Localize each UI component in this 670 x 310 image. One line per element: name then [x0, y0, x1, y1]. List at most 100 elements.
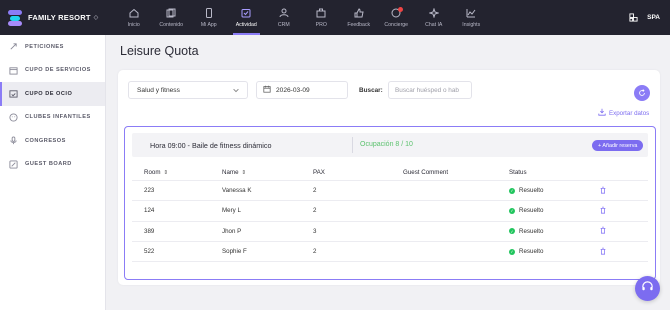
- nav-item-concierge[interactable]: Concierge: [378, 0, 416, 35]
- nav-label: PRO: [315, 21, 327, 28]
- column-label: Name: [222, 169, 239, 176]
- briefcase-icon: [316, 8, 327, 19]
- delete-button[interactable]: [599, 186, 638, 196]
- category-select[interactable]: Salud y fitness: [128, 81, 248, 99]
- main-nav: Inicio Contenido Mi App Actividad CRM PR…: [115, 0, 490, 35]
- trash-icon: [599, 186, 607, 196]
- cell-status: ✓ Resuelto: [509, 187, 599, 194]
- sidebar-item-guest-board[interactable]: GUEST BOARD: [0, 153, 105, 177]
- nav-label: Inicio: [127, 21, 140, 28]
- nav-item-feedback[interactable]: Feedback: [340, 0, 378, 35]
- calendar-icon: [9, 66, 18, 75]
- cell-name: Jhon P: [222, 227, 242, 235]
- status-label: Resuelto: [519, 207, 544, 215]
- check-circle-icon: ✓: [509, 228, 515, 235]
- sidebar-item-clubes-infantiles[interactable]: CLUBES INFANTILES: [0, 106, 105, 130]
- cell-pax: 3: [313, 227, 317, 235]
- nav-label: Chat IA: [425, 21, 443, 28]
- table-row: 223 Vanessa K 2 ✓ Resuelto: [132, 181, 648, 202]
- nav-label: Contenido: [159, 21, 184, 28]
- nav-label: CRM: [277, 21, 290, 28]
- nav-item-crm[interactable]: CRM: [265, 0, 303, 35]
- check-circle-icon: ✓: [509, 248, 515, 255]
- calendar-icon: [263, 85, 271, 95]
- sparkle-icon: [428, 8, 439, 19]
- check-circle-icon: ✓: [509, 207, 515, 214]
- sidebar-item-label: PETICIONES: [25, 43, 64, 50]
- column-pax: PAX: [313, 169, 325, 176]
- nav-label: Actividad: [235, 21, 257, 28]
- date-picker[interactable]: 2026-03-09: [256, 81, 348, 99]
- refresh-button[interactable]: [634, 85, 650, 101]
- trash-icon: [599, 247, 607, 257]
- nav-item-inicio[interactable]: Inicio: [115, 0, 153, 35]
- phone-icon: [203, 8, 214, 19]
- cell-room: 124: [144, 207, 155, 215]
- chevron-down-icon: [232, 86, 240, 96]
- top-navigation-bar: FAMILY RESORT ◇ Inicio Contenido Mi App …: [0, 0, 670, 35]
- sidebar-item-peticiones[interactable]: PETICIONES: [0, 35, 105, 59]
- column-guest-comment: Guest Comment: [403, 169, 449, 176]
- download-icon: [598, 108, 606, 118]
- cell-pax: 2: [313, 187, 317, 195]
- nav-item-pro[interactable]: PRO: [303, 0, 341, 35]
- notification-badge: [398, 7, 403, 12]
- sidebar-item-cupo-de-servicios[interactable]: CUPO DE SERVICIOS: [0, 59, 105, 83]
- nav-label: Insights: [462, 21, 481, 28]
- help-button[interactable]: [635, 276, 660, 301]
- cell-status: ✓ Resuelto: [509, 248, 599, 255]
- cell-name: Vanessa K: [222, 187, 252, 195]
- users-icon: [278, 8, 289, 19]
- page-title: Leisure Quota: [120, 44, 199, 58]
- brand-switcher[interactable]: FAMILY RESORT ◇: [0, 0, 105, 35]
- delete-button[interactable]: [599, 226, 638, 236]
- add-reservation-button[interactable]: + Añadir reserva: [592, 140, 644, 151]
- search-label: Buscar:: [359, 87, 383, 94]
- microphone-icon: [9, 136, 18, 145]
- cell-room: 522: [144, 248, 155, 256]
- check-circle-icon: ✓: [509, 187, 515, 194]
- brand-name: FAMILY RESORT: [28, 13, 91, 22]
- export-button[interactable]: Exportar datos: [598, 108, 649, 118]
- trash-icon: [599, 226, 607, 236]
- delete-button[interactable]: [599, 206, 638, 216]
- sidebar-item-congresos[interactable]: CONGRESOS: [0, 129, 105, 153]
- sidebar-item-label: CUPO DE SERVICIOS: [25, 67, 91, 74]
- request-icon: [9, 42, 18, 51]
- sidebar-item-label: CONGRESOS: [25, 137, 66, 144]
- activity-title: Hora 09:00 - Baile de fitness dinámico: [150, 141, 272, 150]
- column-name[interactable]: Name ⇕: [222, 169, 313, 176]
- nav-item-actividad[interactable]: Actividad: [228, 0, 266, 35]
- table-row: 389 Jhon P 3 ✓ Resuelto: [132, 222, 648, 242]
- export-label: Exportar datos: [609, 109, 650, 117]
- thumbs-up-icon: [353, 8, 364, 19]
- cell-pax: 2: [313, 207, 317, 215]
- trash-icon: [599, 206, 607, 216]
- property-label: SPA: [647, 14, 660, 21]
- sidebar-item-label: CLUBES INFANTILES: [25, 114, 91, 121]
- delete-button[interactable]: [599, 247, 638, 257]
- table-header: Room ⇕ Name ⇕ PAX Guest Comment Status: [132, 165, 648, 181]
- search-input[interactable]: [388, 81, 472, 99]
- nav-item-contenido[interactable]: Contenido: [153, 0, 191, 35]
- status-label: Resuelto: [519, 248, 544, 256]
- board-icon: [9, 160, 18, 169]
- content-icon: [166, 8, 177, 19]
- table-row: 124 Mery L 2 ✓ Resuelto: [132, 201, 648, 222]
- brand-logo: [8, 9, 22, 26]
- nav-item-mi-app[interactable]: Mi App: [190, 0, 228, 35]
- calendar-check-icon: [9, 89, 18, 98]
- cell-pax: 2: [313, 248, 317, 256]
- property-selector[interactable]: SPA: [629, 0, 660, 35]
- kids-icon: [9, 113, 18, 122]
- nav-item-insights[interactable]: Insights: [453, 0, 491, 35]
- sidebar-item-cupo-de-ocio[interactable]: CUPO DE OCIO: [0, 82, 105, 106]
- nav-label: Concierge: [384, 21, 409, 28]
- sidebar-item-label: CUPO DE OCIO: [25, 90, 73, 97]
- refresh-icon: [638, 84, 646, 102]
- sidebar: PETICIONES CUPO DE SERVICIOS CUPO DE OCI…: [0, 35, 106, 310]
- activity-header: Hora 09:00 - Baile de fitness dinámico O…: [132, 133, 648, 157]
- column-room[interactable]: Room ⇕: [132, 169, 222, 176]
- nav-item-chat-ia[interactable]: Chat IA: [415, 0, 453, 35]
- cell-status: ✓ Resuelto: [509, 228, 599, 235]
